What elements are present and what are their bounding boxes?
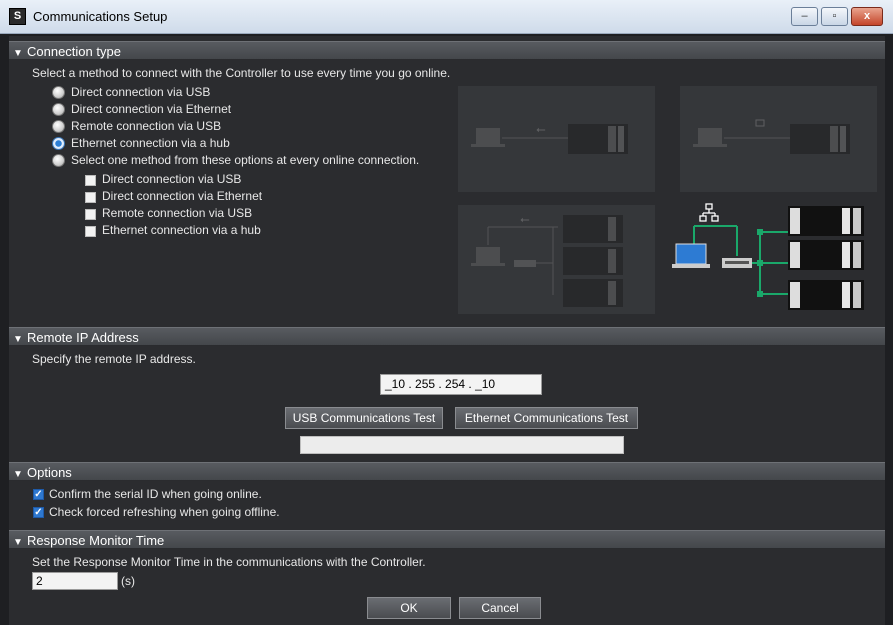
network-icon	[755, 119, 765, 127]
response-monitor-unit: (s)	[121, 574, 135, 588]
checkbox-label: Check forced refreshing when going offli…	[49, 505, 280, 519]
radio-label: Direct connection via USB	[71, 85, 211, 99]
laptop-icon	[476, 247, 500, 263]
connection-instruction: Select a method to connect with the Cont…	[32, 66, 451, 80]
checkbox-direct-usb[interactable]	[85, 175, 96, 186]
ethernet-communications-test-button[interactable]: Ethernet Communications Test	[455, 407, 638, 429]
laptop-icon	[476, 128, 500, 144]
response-monitor-instruction: Set the Response Monitor Time in the com…	[32, 555, 426, 569]
radio-label: Direct connection via Ethernet	[71, 102, 232, 116]
diagram-ethernet-hub[interactable]	[662, 198, 882, 320]
diagram-remote-usb-svg: ⭠	[471, 212, 623, 307]
checkbox-ethernet-hub[interactable]	[85, 226, 96, 237]
plc-icon	[788, 206, 864, 310]
response-monitor-header[interactable]: ▼ Response Monitor Time	[9, 530, 885, 549]
radio-remote-usb[interactable]	[52, 120, 65, 133]
confirm-serial-id-checkbox[interactable]: ✓	[33, 489, 44, 500]
checkbox-direct-ethernet[interactable]	[85, 192, 96, 203]
radio-direct-ethernet[interactable]	[52, 103, 65, 116]
cancel-button[interactable]: Cancel	[459, 597, 541, 619]
connection-type-header[interactable]: ▼ Connection type	[9, 41, 885, 60]
check-forced-refreshing-checkbox[interactable]: ✓	[33, 507, 44, 518]
checkbox-label: Remote connection via USB	[102, 206, 253, 220]
radio-direct-usb[interactable]	[52, 86, 65, 99]
ok-button[interactable]: OK	[367, 597, 451, 619]
checkbox-label: Direct connection via USB	[102, 172, 242, 186]
section-title: Response Monitor Time	[27, 533, 165, 548]
checkbox-label: Ethernet connection via a hub	[102, 223, 261, 237]
section-title: Remote IP Address	[27, 330, 139, 345]
usb-icon: ⭠	[536, 122, 546, 136]
test-result-field	[300, 436, 624, 454]
close-button[interactable]: x	[851, 7, 883, 26]
diagram-direct-usb[interactable]: ⭠	[458, 86, 655, 192]
options-header[interactable]: ▼ Options	[9, 462, 885, 481]
window-title: Communications Setup	[33, 9, 168, 24]
usb-communications-test-button[interactable]: USB Communications Test	[285, 407, 443, 429]
section-title: Options	[27, 465, 72, 480]
diagram-remote-usb[interactable]: ⭠	[458, 205, 655, 314]
radio-ethernet-hub[interactable]	[52, 137, 65, 150]
collapse-triangle-icon: ▼	[13, 334, 23, 345]
collapse-triangle-icon: ▼	[13, 48, 23, 59]
hub-icon	[514, 260, 536, 267]
radio-label: Ethernet connection via a hub	[71, 136, 230, 150]
radio-select-each-time[interactable]	[52, 154, 65, 167]
diagram-direct-ethernet[interactable]	[680, 86, 877, 192]
section-title: Connection type	[27, 44, 121, 59]
collapse-triangle-icon: ▼	[13, 469, 23, 480]
collapse-triangle-icon: ▼	[13, 537, 23, 548]
app-icon: S	[9, 8, 26, 25]
diagram-direct-ethernet-svg	[693, 119, 850, 154]
diagram-direct-usb-svg: ⭠	[471, 122, 628, 154]
checkbox-remote-usb[interactable]	[85, 209, 96, 220]
remote-ip-header[interactable]: ▼ Remote IP Address	[9, 327, 885, 346]
diagram-ethernet-hub-svg	[672, 203, 864, 310]
maximize-button[interactable]: ▫	[821, 7, 848, 26]
remote-ip-instruction: Specify the remote IP address.	[32, 352, 196, 366]
laptop-icon	[675, 243, 707, 265]
radio-label: Remote connection via USB	[71, 119, 222, 133]
laptop-icon	[698, 128, 722, 144]
ip-address-field[interactable]: _10 . 255 . 254 . _10	[380, 374, 542, 395]
network-icon	[705, 203, 713, 210]
checkbox-label: Confirm the serial ID when going online.	[49, 487, 262, 501]
minimize-button[interactable]: –	[791, 7, 818, 26]
radio-label: Select one method from these options at …	[71, 153, 420, 167]
title-bar: S Communications Setup – ▫ x	[0, 0, 893, 34]
usb-icon: ⭠	[520, 212, 530, 226]
checkbox-label: Direct connection via Ethernet	[102, 189, 263, 203]
response-monitor-time-input[interactable]: 2	[32, 572, 118, 590]
